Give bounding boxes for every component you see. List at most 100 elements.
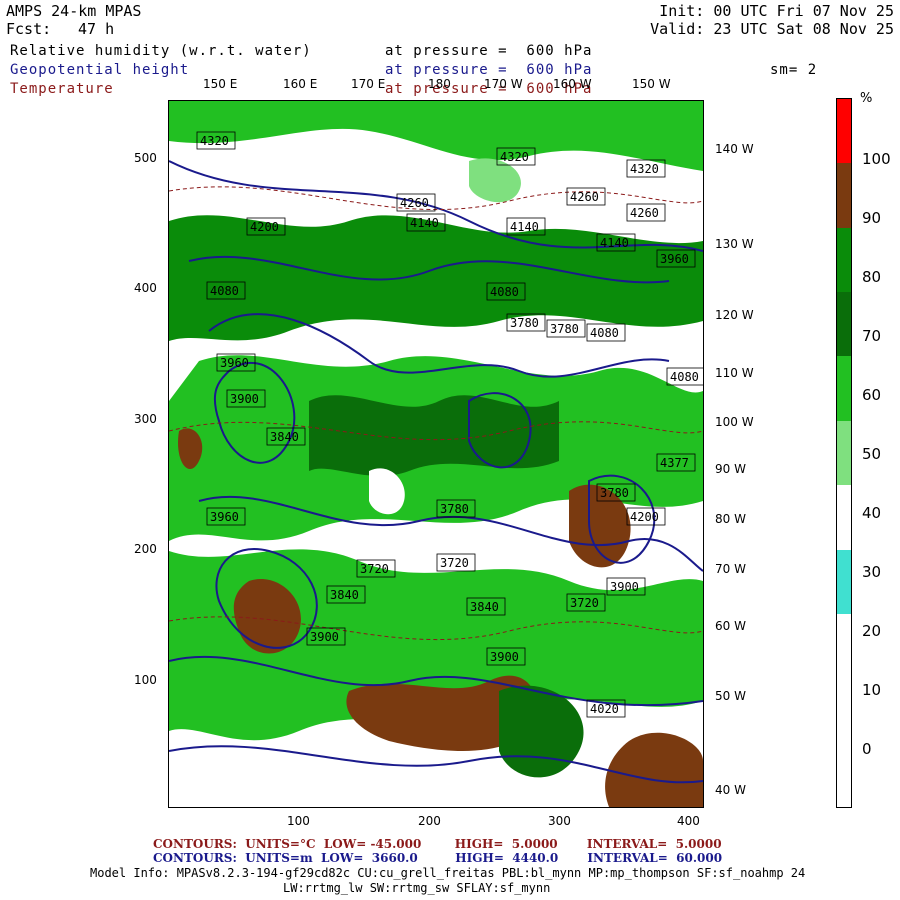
svg-text:3720: 3720 <box>440 556 469 570</box>
svg-text:4320: 4320 <box>200 134 229 148</box>
colorbar-label: 100 <box>862 150 891 168</box>
colorbar-band <box>837 163 851 228</box>
lon-label-right: 90 W <box>715 462 746 476</box>
svg-text:3780: 3780 <box>440 502 469 516</box>
lon-label-right: 60 W <box>715 619 746 633</box>
svg-text:4080: 4080 <box>210 284 239 298</box>
svg-text:3780: 3780 <box>550 322 579 336</box>
svg-text:3960: 3960 <box>210 510 239 524</box>
x-tick-label: 100 <box>287 814 310 828</box>
lon-label-right: 50 W <box>715 689 746 703</box>
svg-text:3720: 3720 <box>570 596 599 610</box>
svg-text:3900: 3900 <box>230 392 259 406</box>
svg-text:3780: 3780 <box>510 316 539 330</box>
colorbar-band <box>837 227 851 293</box>
svg-text:4140: 4140 <box>410 216 439 230</box>
svg-text:4140: 4140 <box>600 236 629 250</box>
lon-label-top: 180 <box>428 77 451 91</box>
svg-text:3960: 3960 <box>660 252 689 266</box>
field-height-level: at pressure = 600 hPa <box>385 62 593 78</box>
init-time: Init: 00 UTC Fri 07 Nov 25 <box>659 2 894 20</box>
colorbar-band <box>837 292 851 357</box>
y-tick-label: 500 <box>134 151 157 165</box>
svg-text:4200: 4200 <box>250 220 279 234</box>
svg-text:4080: 4080 <box>590 326 619 340</box>
svg-text:4140: 4140 <box>510 220 539 234</box>
lon-label-right: 70 W <box>715 562 746 576</box>
lon-label-right: 100 W <box>715 415 754 429</box>
colorbar-label: 30 <box>862 563 882 581</box>
colorbar-label: 50 <box>862 445 882 463</box>
lon-label-right: 40 W <box>715 783 746 797</box>
forecast-hour: 47 h <box>78 20 115 38</box>
y-tick-label: 100 <box>134 673 157 687</box>
field-height-name: Geopotential height <box>10 62 190 78</box>
x-tick-label: 400 <box>677 814 700 828</box>
lon-label-top: 170 E <box>351 77 386 91</box>
humidity-colorbar <box>836 98 852 808</box>
x-tick-label: 200 <box>418 814 441 828</box>
colorbar-label: 80 <box>862 268 882 286</box>
svg-text:4080: 4080 <box>670 370 699 384</box>
svg-text:4377: 4377 <box>660 456 689 470</box>
colorbar-label: 20 <box>862 622 882 640</box>
valid-time: Valid: 23 UTC Sat 08 Nov 25 <box>650 20 894 38</box>
colorbar-label: 10 <box>862 681 882 699</box>
map-panel: 4320 4320 4320 4260 4260 4260 4200 4140 4140 4140… <box>168 100 704 808</box>
colorbar-band <box>837 549 851 614</box>
svg-text:3900: 3900 <box>490 650 519 664</box>
svg-text:4320: 4320 <box>630 162 659 176</box>
svg-text:3840: 3840 <box>270 430 299 444</box>
model-title: AMPS 24-km MPAS <box>6 2 142 20</box>
field-rh-level: at pressure = 600 hPa <box>385 43 593 59</box>
svg-text:4320: 4320 <box>500 150 529 164</box>
svg-text:3840: 3840 <box>330 588 359 602</box>
svg-text:3720: 3720 <box>360 562 389 576</box>
svg-text:3900: 3900 <box>310 630 339 644</box>
colorbar-label: 40 <box>862 504 882 522</box>
lon-label-right: 130 W <box>715 237 754 251</box>
colorbar-band <box>837 356 851 421</box>
svg-text:3780: 3780 <box>600 486 629 500</box>
y-tick-label: 200 <box>134 542 157 556</box>
colorbar-label: 90 <box>862 209 882 227</box>
svg-text:4080: 4080 <box>490 285 519 299</box>
lon-label-right: 140 W <box>715 142 754 156</box>
svg-text:4020: 4020 <box>590 702 619 716</box>
colorbar-label: 0 <box>862 740 872 758</box>
lon-label-top: 160 E <box>283 77 318 91</box>
y-tick-label: 300 <box>134 412 157 426</box>
height-contour-info: CONTOURS: UNITS=m LOW= 3660.0 HIGH= 4440… <box>153 851 723 865</box>
lon-label-top: 160 W <box>553 77 592 91</box>
lon-label-top: 170 W <box>484 77 523 91</box>
model-info: Model Info: MPASv8.2.3-194-gf29cd82c CU:… <box>90 866 806 880</box>
svg-text:3900: 3900 <box>610 580 639 594</box>
field-rh-name: Relative humidity (w.r.t. water) <box>10 43 312 59</box>
forecast-label: Fcst: <box>6 20 52 38</box>
colorbar-band <box>837 420 851 486</box>
colorbar-unit: % <box>860 91 873 106</box>
humidity-height-temperature-map: 4320 4320 4320 4260 4260 4260 4200 4140 4140 4140… <box>169 101 703 807</box>
temperature-contour-info: CONTOURS: UNITS=°C LOW= -45.000 HIGH= 5.… <box>153 837 722 851</box>
weather-map-page: AMPS 24-km MPAS Fcst: 47 h Init: 00 UTC … <box>0 0 900 900</box>
model-info-physics: LW:rrtmg_lw SW:rrtmg_sw SFLAY:sf_mynn <box>283 881 551 895</box>
colorbar-label: 70 <box>862 327 882 345</box>
lon-label-right: 80 W <box>715 512 746 526</box>
lon-label-right: 120 W <box>715 308 754 322</box>
colorbar-label: 60 <box>862 386 882 404</box>
x-tick-label: 300 <box>548 814 571 828</box>
svg-text:4200: 4200 <box>630 510 659 524</box>
lon-label-top: 150 E <box>203 77 238 91</box>
field-temp-name: Temperature <box>10 81 114 97</box>
lon-label-top: 150 W <box>632 77 671 91</box>
colorbar-band <box>837 613 851 807</box>
svg-text:3960: 3960 <box>220 356 249 370</box>
svg-text:4260: 4260 <box>630 206 659 220</box>
smoothing-label: sm= 2 <box>770 62 818 78</box>
colorbar-band <box>837 485 851 550</box>
colorbar-band <box>837 99 851 164</box>
svg-text:4260: 4260 <box>570 190 599 204</box>
height-contour-label: 4080 <box>666 367 703 386</box>
svg-text:4260: 4260 <box>400 196 429 210</box>
y-tick-label: 400 <box>134 281 157 295</box>
